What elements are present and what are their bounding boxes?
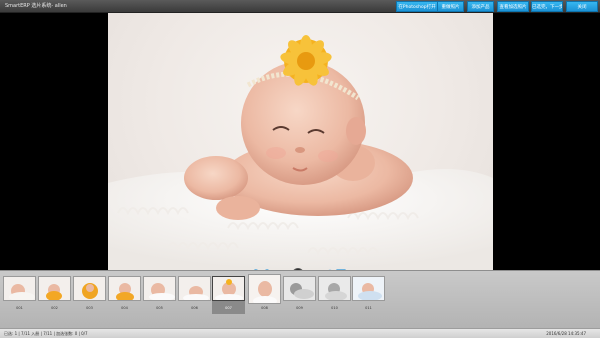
photo-stage [0,13,600,280]
thumbnail-label: 009 [296,306,303,310]
thumbnail-image [248,274,281,304]
thumbnail-label: 004 [121,306,128,310]
baby-photo-image [108,35,493,270]
redo-photo-button[interactable]: 重做照片 [437,1,464,12]
thumbnail-item[interactable]: 006 [178,276,211,314]
thumbnail-item[interactable]: 003 [73,276,106,314]
thumbnail-image [212,276,245,301]
thumbnail-item[interactable]: 011 [352,276,385,314]
thumbnail-label: 010 [331,306,338,310]
thumbnail-label: 006 [191,306,198,310]
add-product-button[interactable]: 添加产品 [467,1,494,12]
thumbnail-image [73,276,106,301]
thumbnail-strip: 001 002 003 004 005 006 007 008 009 010 … [0,270,600,328]
thumbnail-label: 005 [156,306,163,310]
thumbnail-item[interactable]: 008 [248,274,281,314]
thumbnail-label: 008 [261,306,268,310]
close-button[interactable]: 关闭 [566,1,598,12]
thumbnail-image [143,276,176,301]
thumbnail-image [3,276,36,301]
thumbnail-item[interactable]: 009 [283,276,316,314]
thumbnail-image [318,276,351,301]
status-bar: 已选: 1 | 7/11 入册 | 7/11 | 加选张数: 0 | 0/7 2… [0,328,600,338]
thumbnail-item-selected[interactable]: 007 [212,276,245,314]
thumbnail-image [38,276,71,301]
thumbnail-image [352,276,385,301]
thumbnail-label: 002 [51,306,58,310]
view-added-photos-button[interactable]: 查看加选照片 [497,1,529,12]
thumbnail-item[interactable]: 010 [318,276,351,314]
next-step-button[interactable]: 已选完，下一步 [531,1,563,12]
thumbnail-label: 007 [225,306,232,310]
thumbnail-label: 003 [86,306,93,310]
thumbnail-item[interactable]: 001 [3,276,36,314]
open-in-photoshop-button[interactable]: 在Photoshop打开 [396,1,438,12]
title-bar: SmartERP 选片系统- allen 在Photoshop打开 重做照片 添… [0,0,600,13]
main-photo[interactable] [108,13,493,270]
status-selection-info: 已选: 1 | 7/11 入册 | 7/11 | 加选张数: 0 | 0/7 [4,331,88,336]
window-title: SmartERP 选片系统- allen [5,3,67,9]
thumbnail-label: 011 [365,306,372,310]
thumbnail-image [108,276,141,301]
thumbnail-item[interactable]: 004 [108,276,141,314]
thumbnail-label: 001 [16,306,23,310]
thumbnail-item[interactable]: 005 [143,276,176,314]
status-datetime: 2016/6/28 14:35:47 [546,331,586,336]
thumbnail-item[interactable]: 002 [38,276,71,314]
thumbnail-image [283,276,316,301]
thumbnail-image [178,276,211,301]
